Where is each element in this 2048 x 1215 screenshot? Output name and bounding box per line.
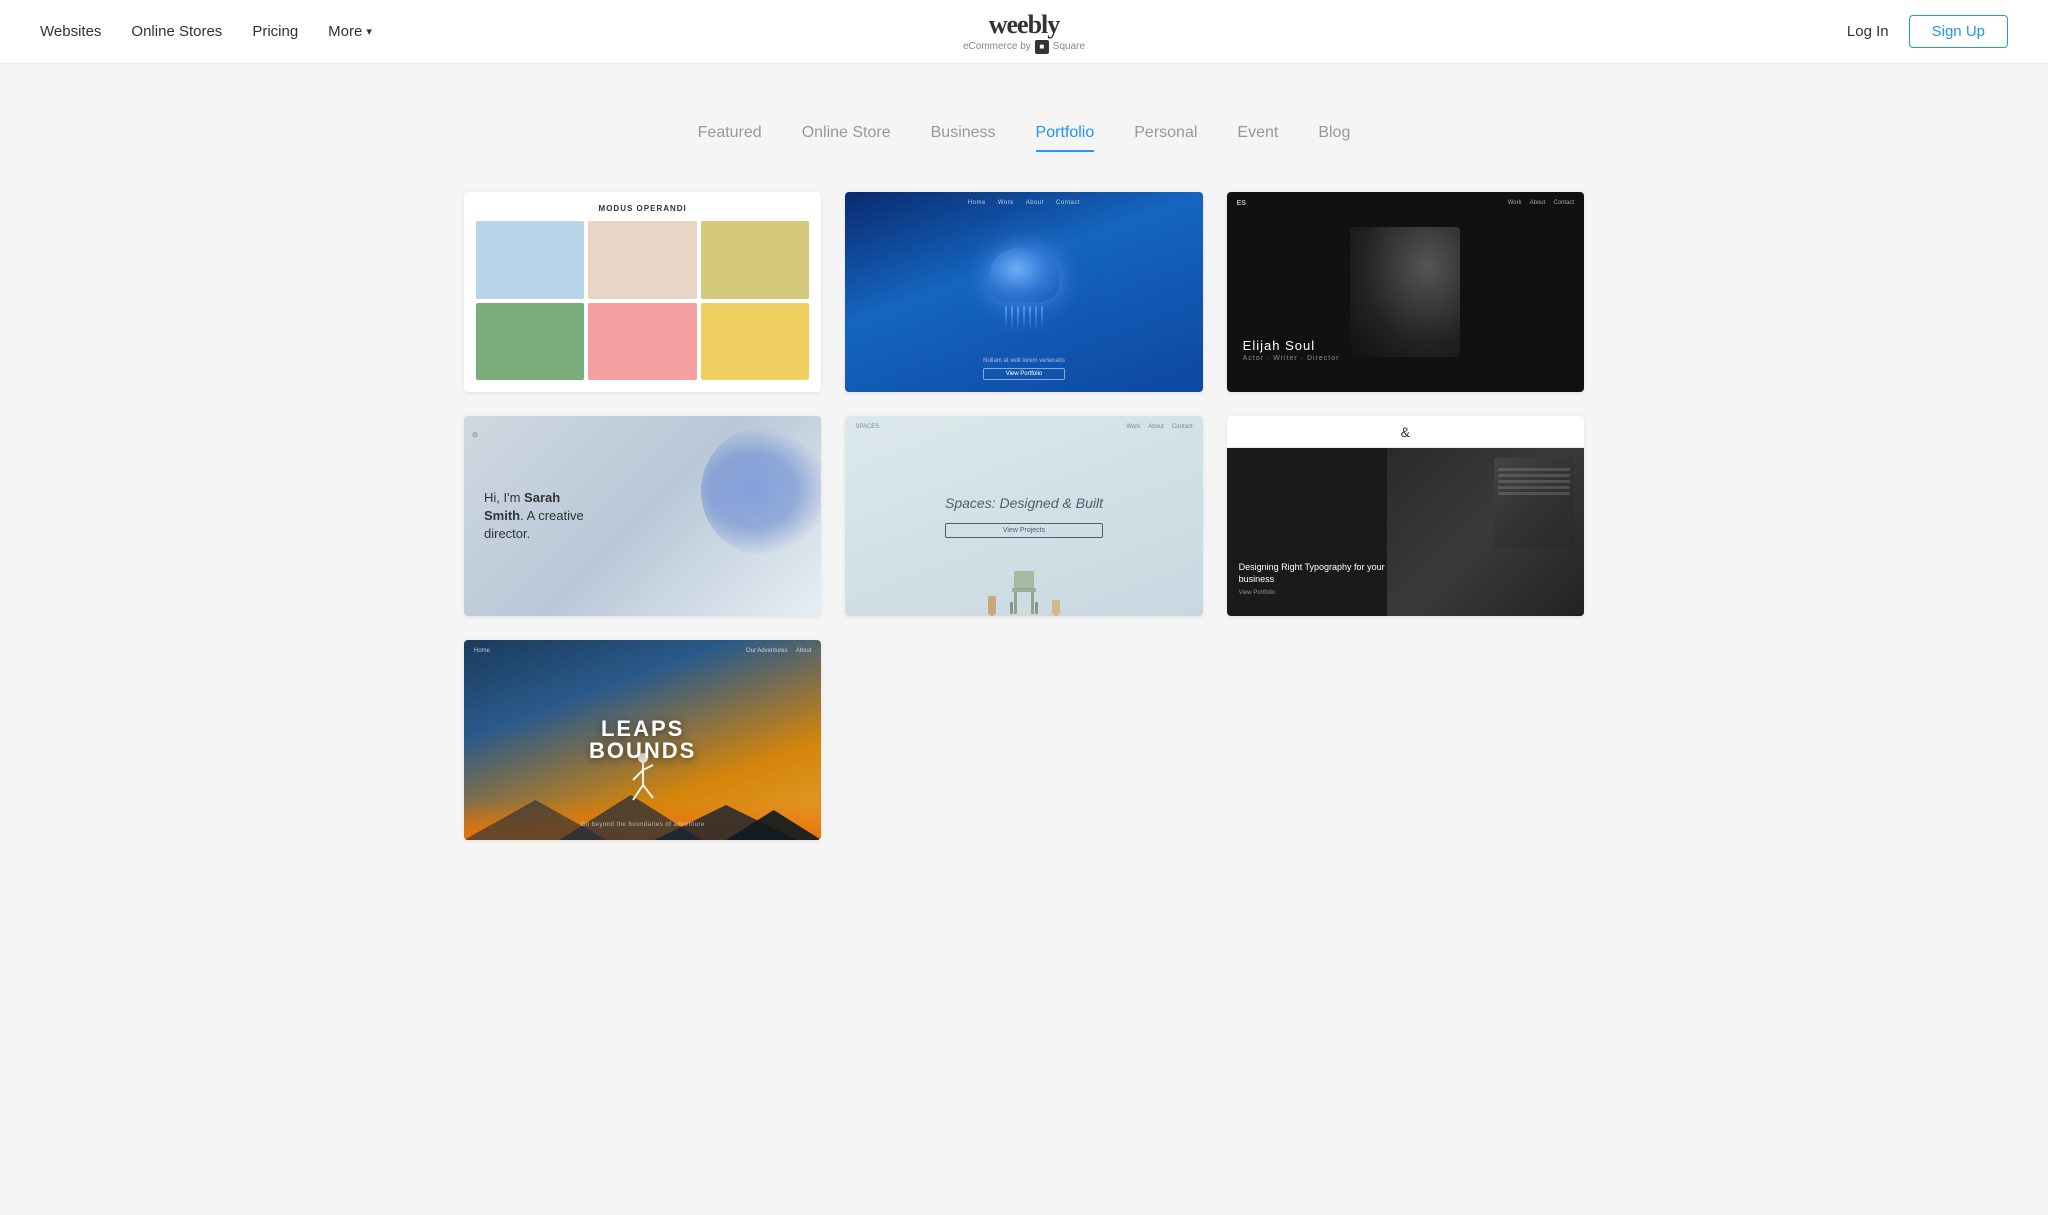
- nav-pricing[interactable]: Pricing: [252, 23, 298, 40]
- card-3-text: Elijah Soul Actor · Writer · Director: [1243, 338, 1340, 362]
- template-card-7[interactable]: Home Our AdventuresAbout LEAPS BOUNDS Go…: [464, 640, 821, 840]
- card-7-thumbnail: Home Our AdventuresAbout LEAPS BOUNDS Go…: [464, 640, 821, 840]
- card-2-cta: Nullam at velit lorem venenatis View Por…: [983, 358, 1065, 380]
- card-3-nav: ES WorkAboutContact: [1227, 200, 1584, 207]
- card-1-thumbnail: MODUS OPERANDI: [464, 192, 821, 392]
- nav-websites[interactable]: Websites: [40, 23, 101, 40]
- card-2-nav: Home Work About Contact: [845, 200, 1202, 206]
- tab-featured[interactable]: Featured: [698, 124, 762, 152]
- square-badge: ■: [1035, 40, 1049, 54]
- signup-button[interactable]: Sign Up: [1909, 15, 2008, 48]
- nav-online-stores[interactable]: Online Stores: [131, 23, 222, 40]
- person-silhouette: [1350, 227, 1460, 357]
- main-content: Featured Online Store Business Portfolio…: [424, 64, 1624, 920]
- header: Websites Online Stores Pricing More ▾ we…: [0, 0, 2048, 64]
- logo-text: weebly: [963, 9, 1085, 40]
- logo: weebly eCommerce by ■ Square: [963, 9, 1085, 54]
- header-actions: Log In Sign Up: [1847, 15, 2008, 48]
- template-card-5[interactable]: SPACES WorkAboutContact Spaces: Designed…: [845, 416, 1202, 616]
- card-4-nav: ⊙: [472, 424, 478, 442]
- tab-event[interactable]: Event: [1237, 124, 1278, 152]
- card-7-nav: Home Our AdventuresAbout: [464, 648, 821, 654]
- nav-more[interactable]: More ▾: [328, 23, 372, 40]
- tab-business[interactable]: Business: [931, 124, 996, 152]
- card-6-bottom: Designing Right Typography for your busi…: [1227, 448, 1584, 616]
- logo-subtitle: eCommerce by ■ Square: [963, 40, 1085, 54]
- card-4-thumbnail: ⊙ Hi, I'm SarahSmith. A creativedirector…: [464, 416, 821, 616]
- card-7-title: LEAPS BOUNDS: [589, 718, 696, 762]
- card-5-content: Spaces: Designed & Built View Projects: [945, 495, 1103, 538]
- login-button[interactable]: Log In: [1847, 23, 1889, 40]
- template-card-1[interactable]: MODUS OPERANDI: [464, 192, 821, 392]
- card-1-grid: [476, 221, 809, 380]
- card-2-thumbnail: Home Work About Contact: [845, 192, 1202, 392]
- card-6-text: Designing Right Typography for your busi…: [1239, 561, 1400, 596]
- card-5-nav: SPACES WorkAboutContact: [845, 424, 1202, 430]
- press-image: [1387, 448, 1584, 616]
- tab-online-store[interactable]: Online Store: [802, 124, 891, 152]
- card-3-thumbnail: ES WorkAboutContact Elijah Soul Actor · …: [1227, 192, 1584, 392]
- card-6-thumbnail: & HomeWorkAboutContact: [1227, 416, 1584, 616]
- chevron-down-icon: ▾: [366, 25, 372, 38]
- main-nav: Websites Online Stores Pricing More ▾: [40, 23, 372, 40]
- card-1-title: MODUS OPERANDI: [476, 204, 809, 213]
- tab-personal[interactable]: Personal: [1134, 124, 1197, 152]
- template-grid: MODUS OPERANDI Home: [464, 192, 1584, 840]
- template-card-4[interactable]: ⊙ Hi, I'm SarahSmith. A creativedirector…: [464, 416, 821, 616]
- template-card-3[interactable]: ES WorkAboutContact Elijah Soul Actor · …: [1227, 192, 1584, 392]
- tab-portfolio[interactable]: Portfolio: [1036, 124, 1095, 152]
- furniture-illustration: [988, 566, 1060, 616]
- category-tabs: Featured Online Store Business Portfolio…: [464, 124, 1584, 152]
- template-card-6[interactable]: & HomeWorkAboutContact: [1227, 416, 1584, 616]
- card-4-text: Hi, I'm SarahSmith. A creativedirector.: [484, 489, 801, 544]
- tab-blog[interactable]: Blog: [1318, 124, 1350, 152]
- card-6-header: &: [1227, 416, 1584, 448]
- ampersand-icon: &: [1401, 424, 1410, 440]
- card-5-thumbnail: SPACES WorkAboutContact Spaces: Designed…: [845, 416, 1202, 616]
- card-7-subtitle: Go beyond the boundaries of adventure: [581, 822, 705, 828]
- template-card-2[interactable]: Home Work About Contact: [845, 192, 1202, 392]
- jellyfish-illustration: [984, 247, 1064, 337]
